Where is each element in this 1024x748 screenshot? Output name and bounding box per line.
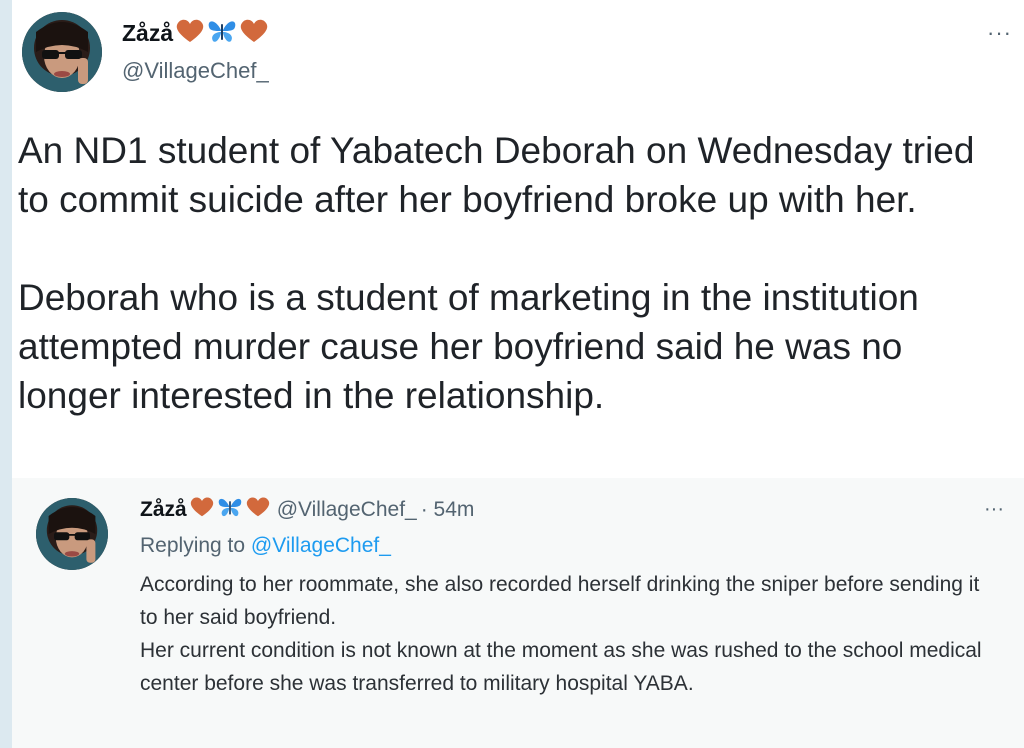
reply-tweet[interactable]: Zåzå @VillageChef_ · 54m ··· Replying to… [12, 478, 1024, 748]
tweet-card[interactable]: Zåzå @VillageChef_ ··· An ND1 student of… [12, 0, 1024, 748]
author-display-name[interactable]: Zåzå [122, 20, 173, 47]
reply-text: According to her roommate, she also reco… [140, 573, 982, 695]
reply-header: Zåzå @VillageChef_ · 54m [140, 496, 474, 524]
heart-orange-icon [245, 496, 271, 524]
more-options-icon[interactable]: ··· [987, 20, 1012, 46]
heart-orange-icon [189, 496, 215, 524]
reply-handle[interactable]: @VillageChef_ [277, 498, 417, 522]
reply-avatar[interactable] [36, 498, 108, 570]
screenshot-frame: Zåzå @VillageChef_ ··· An ND1 student of… [0, 0, 1024, 748]
tweet-text: An ND1 student of Yabatech Deborah on We… [18, 130, 975, 416]
replying-to-link[interactable]: @VillageChef_ [251, 534, 391, 557]
author-handle[interactable]: @VillageChef_ [122, 58, 269, 84]
avatar-image [22, 12, 102, 92]
butterfly-blue-icon [217, 496, 243, 524]
replying-prefix: Replying to [140, 534, 246, 557]
reply-avatar-image [36, 498, 108, 570]
butterfly-blue-icon [207, 18, 237, 49]
reply-timestamp[interactable]: · 54m [421, 498, 475, 522]
replying-to-line: Replying to @VillageChef_ [140, 534, 391, 558]
reply-display-name[interactable]: Zåzå [140, 498, 187, 522]
heart-orange-icon [175, 18, 205, 49]
left-edge-strip [0, 0, 12, 748]
reply-more-options-icon[interactable]: ··· [984, 498, 1004, 521]
avatar[interactable] [22, 12, 102, 92]
heart-orange-icon [239, 18, 269, 49]
author-name-row[interactable]: Zåzå [122, 18, 269, 49]
